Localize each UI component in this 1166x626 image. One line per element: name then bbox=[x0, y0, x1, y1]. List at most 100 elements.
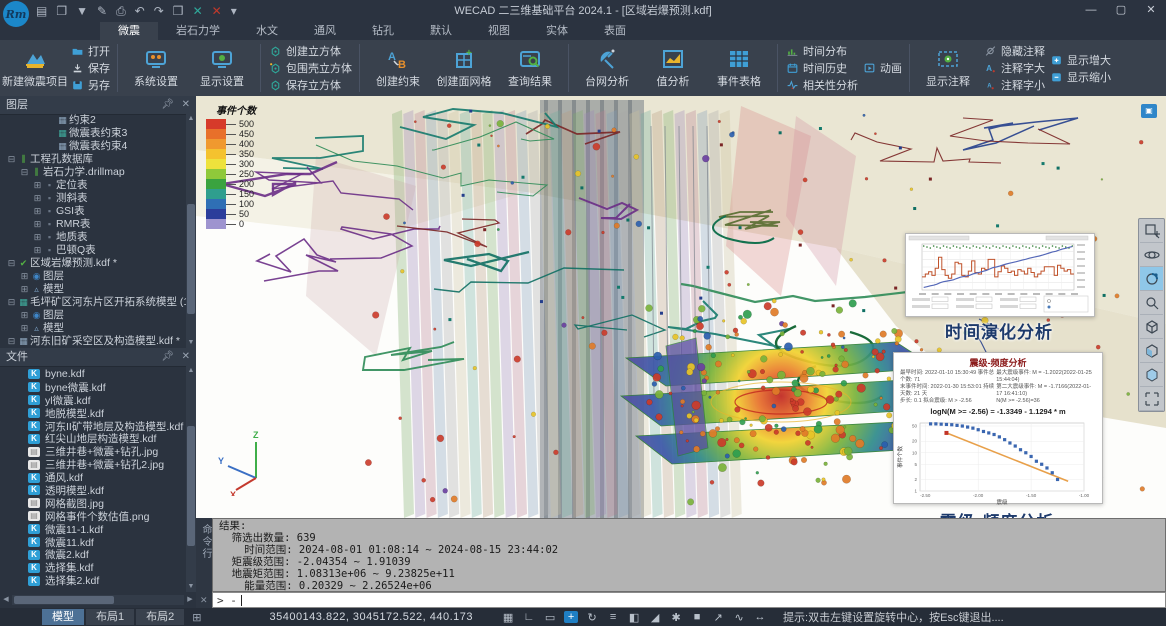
tree-expander-plus-icon[interactable]: ⊞ bbox=[19, 309, 30, 322]
ribbon-button-打开[interactable]: 打开 bbox=[70, 44, 110, 59]
menu-tab-钻孔[interactable]: 钻孔 bbox=[354, 22, 412, 40]
ribbon-button-动画[interactable]: 动画 bbox=[862, 61, 902, 76]
ribbon-button-事件表格[interactable]: 事件表格 bbox=[708, 42, 770, 94]
tree-expander-minus-icon[interactable]: ⊟ bbox=[19, 166, 30, 179]
ribbon-button-另存[interactable]: 另存 bbox=[70, 78, 110, 93]
tree-expander-minus-icon[interactable]: ⊟ bbox=[6, 335, 17, 348]
layer-tree-item[interactable]: ⊞▪RMR表 bbox=[0, 218, 186, 231]
orbit-icon[interactable] bbox=[1140, 243, 1163, 267]
crosshair-icon[interactable]: + bbox=[564, 611, 578, 623]
ribbon-button-相关性分析[interactable]: 相关性分析 bbox=[785, 78, 858, 93]
layer-tree-item[interactable]: ⊞◉图层 bbox=[0, 270, 186, 283]
viewport-corner-icon[interactable]: ▣ bbox=[1141, 104, 1157, 118]
tree-expander-plus-icon[interactable]: ⊞ bbox=[32, 179, 43, 192]
ribbon-button-创建约束[interactable]: AB创建约束 bbox=[367, 42, 429, 94]
ribbon-button-包围壳立方体[interactable]: 包围壳立方体 bbox=[268, 61, 352, 76]
menu-tab-实体[interactable]: 实体 bbox=[528, 22, 586, 40]
layer-tree-item[interactable]: ⊟▦毛坪矿区河东片区开拓系统模型 (1).k bbox=[0, 296, 186, 309]
layer-tree-item[interactable]: ⊞▪巴顿Q表 bbox=[0, 244, 186, 257]
add-layout-button[interactable]: ⊞ bbox=[192, 611, 201, 624]
fullscreen-icon[interactable]: ↔ bbox=[753, 611, 767, 623]
tree-expander-plus-icon[interactable]: ⊞ bbox=[32, 205, 43, 218]
command-input[interactable]: > - bbox=[212, 592, 1166, 608]
ribbon-button-值分析[interactable]: 值分析 bbox=[642, 42, 704, 94]
ribbon-button-显示缩小[interactable]: 显示缩小 bbox=[1049, 69, 1111, 84]
run-icon[interactable]: ↗ bbox=[711, 611, 725, 624]
layout-tab-布局1[interactable]: 布局1 bbox=[86, 609, 134, 625]
tree-expander-minus-icon[interactable]: ⊟ bbox=[6, 257, 17, 270]
ribbon-button-显示增大[interactable]: 显示增大 bbox=[1049, 52, 1111, 67]
ribbon-button-查询结果[interactable]: 查询结果 bbox=[499, 42, 561, 94]
tree-expander-plus-icon[interactable]: ⊞ bbox=[32, 192, 43, 205]
tree-expander-plus-icon[interactable]: ⊞ bbox=[19, 322, 30, 335]
cube-icon[interactable]: ■ bbox=[690, 611, 704, 623]
tree-expander-plus-icon[interactable]: ⊞ bbox=[32, 218, 43, 231]
close-icon[interactable]: ✕ bbox=[182, 96, 190, 114]
signal-icon[interactable]: ∿ bbox=[732, 611, 746, 624]
shaded-cube-icon[interactable] bbox=[1140, 363, 1163, 387]
layer-tree-item[interactable]: ▦微震表约束3 bbox=[0, 127, 186, 140]
file-list-item[interactable]: K微震11.kdf bbox=[0, 536, 186, 549]
layout-tab-模型[interactable]: 模型 bbox=[42, 609, 84, 625]
tree-expander-minus-icon[interactable]: ⊟ bbox=[6, 296, 17, 309]
menu-tab-通风[interactable]: 通风 bbox=[296, 22, 354, 40]
ortho-icon[interactable]: ∟ bbox=[522, 611, 536, 623]
list-icon[interactable]: ≡ bbox=[606, 611, 620, 623]
viewport-3d[interactable]: 事件个数 500450400350300250200150100500 ZYX … bbox=[196, 96, 1166, 518]
file-list-item[interactable]: ▤三维井巷+微震+钻孔2.jpg bbox=[0, 458, 186, 471]
layer-tree-item[interactable]: ⊟▦河东旧矿采空区及构造模型.kdf * bbox=[0, 335, 186, 348]
menu-tab-水文[interactable]: 水文 bbox=[238, 22, 296, 40]
menu-tab-岩石力学[interactable]: 岩石力学 bbox=[158, 22, 238, 40]
layer-tree-item[interactable]: ⊟⫼工程孔数据库 bbox=[0, 153, 186, 166]
wireframe-cube-icon[interactable] bbox=[1140, 315, 1163, 339]
paint-icon[interactable]: ◧ bbox=[627, 611, 641, 624]
layer-tree-item[interactable]: ▦微震表约束4 bbox=[0, 140, 186, 153]
pin-icon[interactable]: 📌︎ bbox=[161, 96, 174, 114]
pin-icon[interactable]: 📌︎ bbox=[161, 348, 174, 366]
layer-tree-item[interactable]: ⊞▪地质表 bbox=[0, 231, 186, 244]
time-evolution-panel[interactable] bbox=[905, 233, 1095, 317]
zoom-window-icon[interactable] bbox=[1140, 219, 1163, 243]
layer-tree-item[interactable]: ⊞▵模型 bbox=[0, 322, 186, 335]
file-list-item[interactable]: K选择集2.kdf bbox=[0, 574, 186, 587]
menu-tab-表面[interactable]: 表面 bbox=[586, 22, 644, 40]
ribbon-button-显示设置[interactable]: 显示设置 bbox=[191, 42, 253, 94]
tree-expander-plus-icon[interactable]: ⊞ bbox=[19, 283, 30, 296]
menu-tab-默认[interactable]: 默认 bbox=[412, 22, 470, 40]
menu-tab-视图[interactable]: 视图 bbox=[470, 22, 528, 40]
layer-tree-item[interactable]: ⊞▪GSI表 bbox=[0, 205, 186, 218]
tree-expander-plus-icon[interactable]: ⊞ bbox=[32, 231, 43, 244]
ribbon-button-注释字小[interactable]: A注释字小 bbox=[983, 78, 1045, 93]
grid-snap-icon[interactable]: ▦ bbox=[501, 611, 515, 624]
ribbon-button-创建立方体[interactable]: 创建立方体 bbox=[268, 44, 352, 59]
layer-tree-item[interactable]: ⊟⫼岩石力学.drillmap bbox=[0, 166, 186, 179]
close-icon[interactable]: ✕ bbox=[182, 348, 190, 366]
layers-scrollbar[interactable]: ▲▼ bbox=[186, 114, 196, 348]
ribbon-button-时间分布[interactable]: 时间分布 bbox=[785, 44, 858, 59]
face-cube-icon[interactable] bbox=[1140, 339, 1163, 363]
rotate-view-icon[interactable] bbox=[1140, 267, 1163, 291]
ribbon-button-台网分析[interactable]: 台网分析 bbox=[576, 42, 638, 94]
layer-tree-item[interactable]: ⊞▵模型 bbox=[0, 283, 186, 296]
layer-tree-item[interactable]: ⊞▪定位表 bbox=[0, 179, 186, 192]
fit-view-icon[interactable] bbox=[1140, 387, 1163, 411]
ribbon-button-隐藏注释[interactable]: 隐藏注释 bbox=[983, 44, 1045, 59]
layout-tab-布局2[interactable]: 布局2 bbox=[136, 609, 184, 625]
ribbon-button-创建面网格[interactable]: +创建面网格 bbox=[433, 42, 495, 94]
ribbon-button-显示注释[interactable]: 显示注释 bbox=[917, 42, 979, 94]
minimize-button[interactable]: — bbox=[1076, 0, 1106, 22]
tree-expander-minus-icon[interactable]: ⊟ bbox=[6, 153, 17, 166]
files-scrollbar[interactable]: ▲▼ bbox=[186, 366, 196, 592]
close-button[interactable]: ✕ bbox=[1136, 0, 1166, 22]
tree-expander-plus-icon[interactable]: ⊞ bbox=[32, 244, 43, 257]
tree-expander-plus-icon[interactable]: ⊞ bbox=[19, 270, 30, 283]
maximize-button[interactable]: ▢ bbox=[1106, 0, 1136, 22]
console-side-tab[interactable]: 命令行 ✕ bbox=[196, 518, 212, 608]
console-output[interactable]: 结果: 筛选出数量: 639 时间范围: 2024-08-01 01:08:14… bbox=[212, 518, 1166, 592]
ribbon-button-保存[interactable]: 保存 bbox=[70, 61, 110, 76]
zoom-icon[interactable] bbox=[1140, 291, 1163, 315]
close-icon[interactable]: ✕ bbox=[200, 595, 208, 606]
rect-snap-icon[interactable]: ▭ bbox=[543, 611, 557, 624]
files-hscrollbar[interactable]: ◀▶ bbox=[0, 592, 196, 608]
ribbon-button-注释字大[interactable]: A注释字大 bbox=[983, 61, 1045, 76]
